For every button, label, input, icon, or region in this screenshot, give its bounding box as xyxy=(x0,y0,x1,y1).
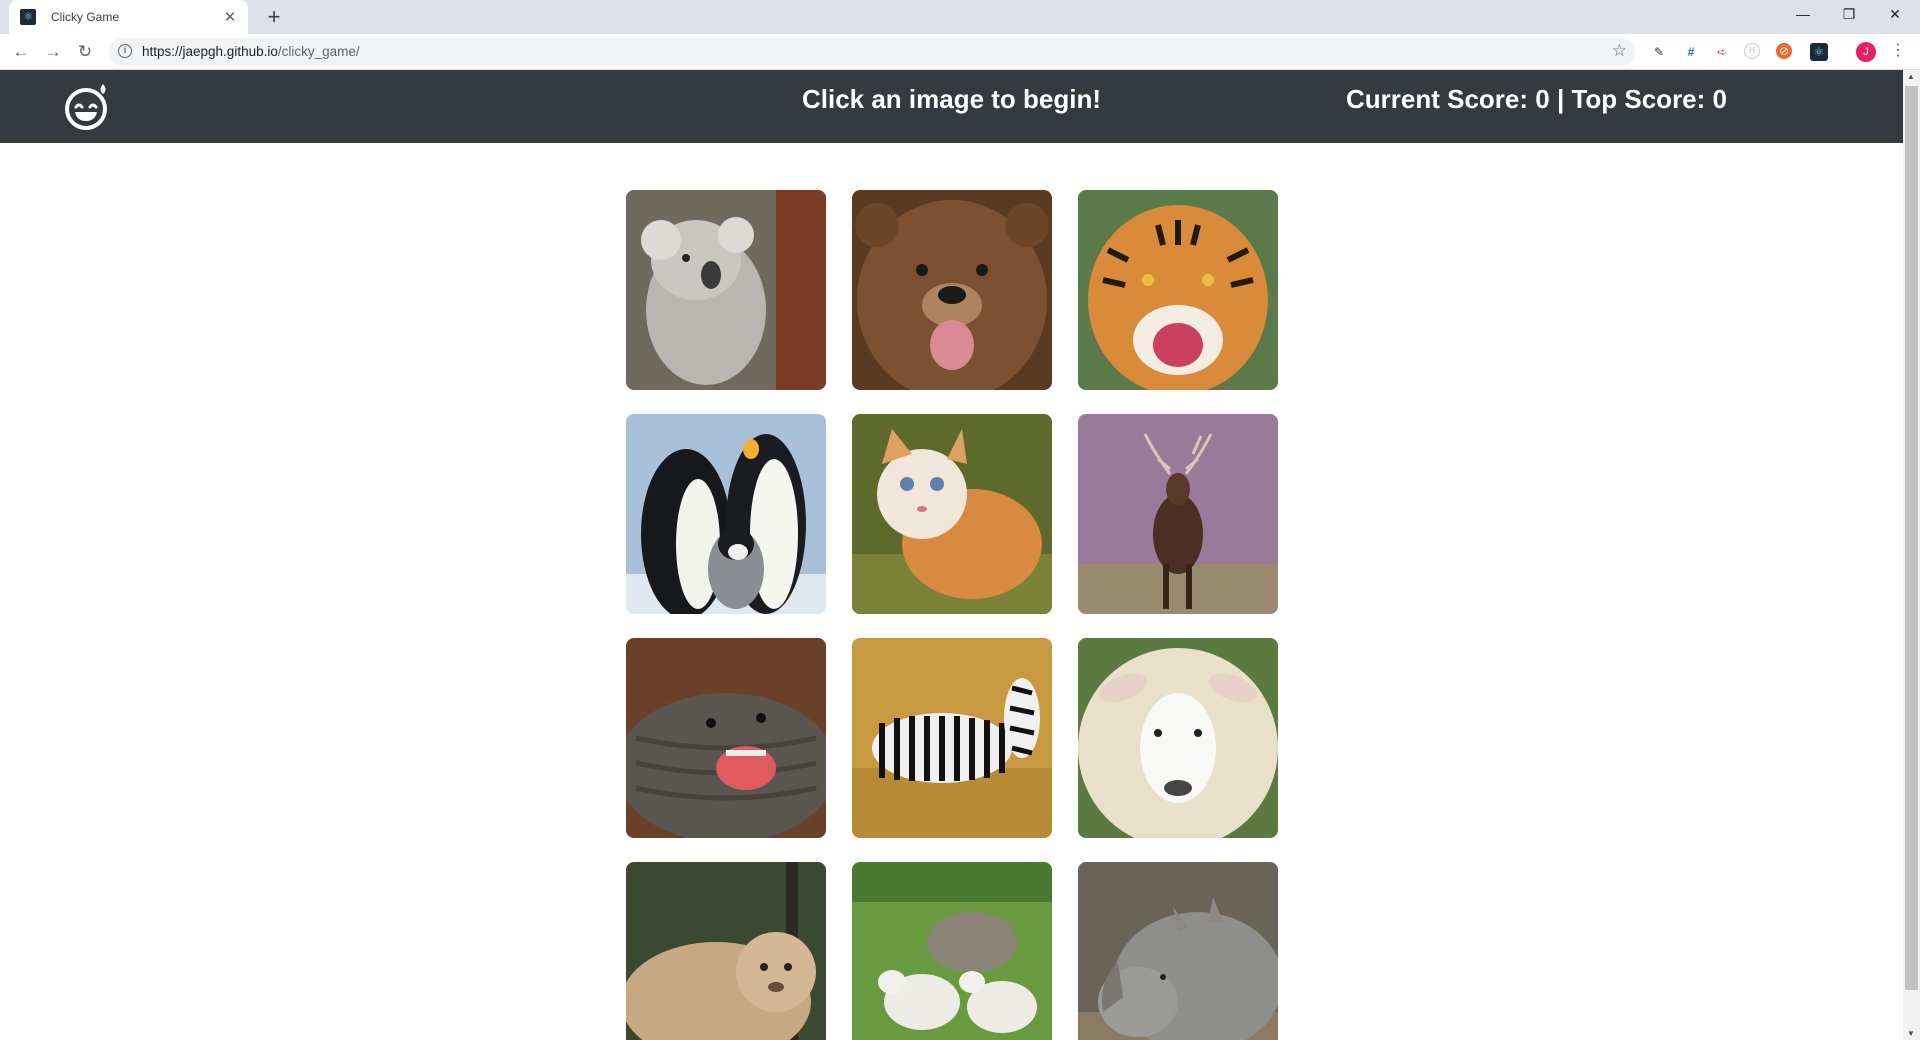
react-devtools-icon[interactable]: ⚛ xyxy=(1810,43,1828,61)
card-kitten[interactable] xyxy=(852,414,1052,614)
forward-button[interactable]: → xyxy=(40,39,66,65)
close-window-button[interactable]: ✕ xyxy=(1872,0,1918,30)
card-penguins[interactable] xyxy=(626,414,826,614)
card-zebras[interactable] xyxy=(852,638,1052,838)
card-elephant-seal[interactable] xyxy=(626,638,826,838)
scroll-up-arrow-icon[interactable]: ▲ xyxy=(1907,72,1915,81)
back-button[interactable]: ← xyxy=(8,39,34,65)
browser-tabstrip: ⚛ Clicky Game ✕ + — ❐ ✕ xyxy=(0,0,1920,34)
extension-orange-icon[interactable]: ⊘ xyxy=(1776,43,1792,59)
bookmark-star-icon[interactable]: ☆ xyxy=(1612,41,1627,61)
site-info-icon[interactable]: i xyxy=(118,44,132,58)
elephant-seal-image xyxy=(626,638,826,838)
reload-button[interactable]: ↻ xyxy=(72,39,98,65)
new-tab-button[interactable]: + xyxy=(260,3,288,31)
card-tiger[interactable] xyxy=(1078,190,1278,390)
url-text[interactable]: https://jaepgh.github.io/clicky_game/ xyxy=(142,44,360,59)
extension-eyedropper-icon[interactable]: ✎ xyxy=(1650,43,1668,61)
card-rhino[interactable] xyxy=(1078,862,1278,1040)
vertical-scrollbar[interactable]: ▲ ▼ xyxy=(1903,70,1920,1040)
card-koala[interactable] xyxy=(626,190,826,390)
extension-grid-icon[interactable]: # xyxy=(1682,43,1700,61)
game-navbar: Click an image to begin! Current Score: … xyxy=(0,70,1903,143)
page-viewport: Click an image to begin! Current Score: … xyxy=(0,70,1903,1040)
score-display: Current Score: 0 | Top Score: 0 xyxy=(1346,84,1727,114)
card-deer[interactable] xyxy=(1078,414,1278,614)
minimize-button[interactable]: — xyxy=(1780,0,1826,30)
card-bear[interactable] xyxy=(852,190,1052,390)
extension-arrow-icon[interactable]: ➪ xyxy=(1713,43,1731,61)
image-grid xyxy=(626,190,1282,1040)
profile-avatar[interactable]: J xyxy=(1856,42,1876,62)
browser-menu-icon[interactable]: ⋮ xyxy=(1888,40,1908,60)
scroll-down-arrow-icon[interactable]: ▼ xyxy=(1907,1029,1915,1038)
lambs-image xyxy=(852,862,1052,1040)
browser-tab[interactable]: ⚛ Clicky Game ✕ xyxy=(9,0,248,34)
tab-close-icon[interactable]: ✕ xyxy=(222,8,238,26)
rhino-image xyxy=(1078,862,1278,1040)
penguins-image xyxy=(626,414,826,614)
zebras-image xyxy=(852,638,1052,838)
card-lambs[interactable] xyxy=(852,862,1052,1040)
kitten-image xyxy=(852,414,1052,614)
react-favicon-icon: ⚛ xyxy=(20,9,36,25)
scrollbar-thumb[interactable] xyxy=(1905,86,1918,990)
extension-circle-icon[interactable]: H xyxy=(1744,43,1760,59)
koala-image xyxy=(626,190,826,390)
card-sheep[interactable] xyxy=(1078,638,1278,838)
sheep-image xyxy=(1078,638,1278,838)
card-liger[interactable] xyxy=(626,862,826,1040)
tiger-image xyxy=(1078,190,1278,390)
tab-title: Clicky Game xyxy=(51,10,120,24)
restore-button[interactable]: ❐ xyxy=(1826,0,1872,30)
deer-image xyxy=(1078,414,1278,614)
bear-image xyxy=(852,190,1052,390)
smiley-logo-icon[interactable] xyxy=(62,82,112,132)
liger-image xyxy=(626,862,826,1040)
browser-toolbar: ← → ↻ i https://jaepgh.github.io/clicky_… xyxy=(0,34,1920,70)
address-bar[interactable]: i https://jaepgh.github.io/clicky_game/ … xyxy=(109,38,1635,66)
